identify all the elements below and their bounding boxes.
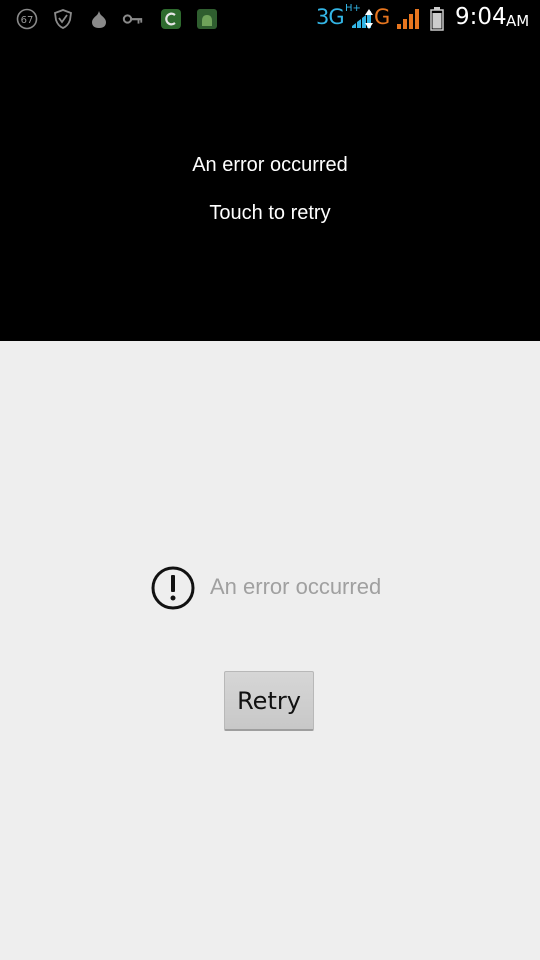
- signal-orange-icon: [397, 9, 419, 29]
- touch-to-retry[interactable]: Touch to retry: [0, 202, 540, 225]
- status-bar: 67 3G H+ G 9:04 AM: [0, 0, 540, 38]
- android-app-icon: [197, 9, 217, 29]
- shield-icon: [54, 9, 72, 29]
- key-icon: [122, 14, 143, 24]
- network-g-label: G: [374, 5, 391, 29]
- retry-button[interactable]: Retry: [224, 671, 314, 731]
- content-area: An error occurred Retry: [0, 341, 540, 960]
- cleaner-app-icon: [161, 9, 181, 29]
- droplet-icon: [92, 11, 106, 28]
- video-error-message: An error occurred: [192, 154, 348, 176]
- battery-level-text: 67: [21, 15, 34, 26]
- error-alert-icon: [151, 566, 195, 610]
- video-player[interactable]: An error occurred Touch to retry: [0, 38, 540, 341]
- error-row: An error occurred: [150, 565, 410, 611]
- data-activity-icon: [365, 9, 373, 29]
- clock-ampm: AM: [506, 12, 530, 30]
- battery-icon: [430, 7, 444, 31]
- battery-level-icon: 67: [16, 8, 38, 30]
- clock-time: 9:04: [455, 4, 507, 30]
- error-message: An error occurred: [210, 574, 382, 599]
- network-3g-label: 3G: [316, 5, 345, 29]
